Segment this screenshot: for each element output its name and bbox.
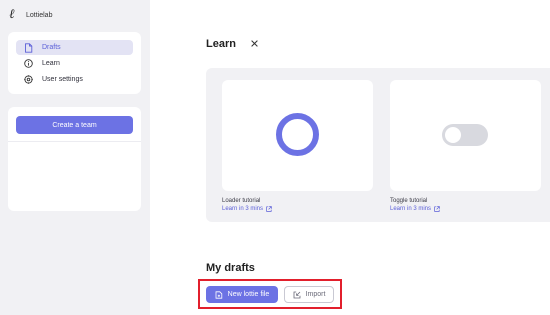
- external-link-icon: [266, 206, 272, 212]
- tutorial-link[interactable]: Learn in 3 mins: [390, 206, 541, 212]
- learn-panel: Loader tutorial Learn in 3 mins Toggle t…: [206, 68, 550, 222]
- new-file-icon: [215, 290, 223, 299]
- brand[interactable]: ℓ Lottielab: [9, 8, 52, 22]
- import-icon: [293, 291, 301, 299]
- lottielab-logo-icon: ℓ: [9, 7, 15, 22]
- sidebar-item-label: User settings: [42, 76, 83, 83]
- learn-title: Learn: [206, 38, 236, 50]
- team-card: Create a team: [8, 107, 141, 211]
- new-lottie-file-button[interactable]: New lottie file: [206, 286, 278, 303]
- tutorial-card-toggle: Toggle tutorial Learn in 3 mins: [390, 80, 541, 212]
- brand-name: Lottielab: [26, 11, 53, 19]
- nav-card: Drafts Learn User settings: [8, 32, 141, 94]
- new-lottie-file-label: New lottie file: [227, 291, 270, 298]
- tutorial-preview[interactable]: [222, 80, 373, 191]
- sidebar: ℓ Lottielab Drafts Learn User settings C…: [0, 0, 150, 315]
- settings-icon: [23, 75, 33, 85]
- sidebar-item-user-settings[interactable]: User settings: [16, 72, 133, 87]
- tutorial-title: Loader tutorial: [222, 198, 261, 204]
- divider: [8, 141, 141, 142]
- file-icon: [23, 42, 33, 53]
- toggle-switch-illustration: [442, 124, 488, 146]
- sidebar-item-learn[interactable]: Learn: [16, 56, 133, 71]
- tutorial-title: Toggle tutorial: [390, 198, 428, 204]
- create-team-button[interactable]: Create a team: [16, 116, 133, 134]
- external-link-icon: [434, 206, 440, 212]
- toggle-knob: [445, 127, 461, 143]
- close-icon: [250, 34, 258, 52]
- tutorial-link-label: Learn in 3 mins: [222, 206, 264, 212]
- import-button[interactable]: Import: [284, 286, 334, 303]
- sidebar-item-label: Drafts: [42, 44, 61, 51]
- tutorial-link-label: Learn in 3 mins: [390, 206, 432, 212]
- loader-ring-illustration: [276, 113, 319, 156]
- sidebar-item-label: Learn: [42, 60, 60, 67]
- sidebar-item-drafts[interactable]: Drafts: [16, 40, 133, 55]
- import-label: Import: [305, 291, 326, 298]
- my-drafts-title: My drafts: [206, 262, 255, 274]
- tutorial-link[interactable]: Learn in 3 mins: [222, 206, 373, 212]
- tutorial-card-loader: Loader tutorial Learn in 3 mins: [222, 80, 373, 212]
- close-learn-button[interactable]: [248, 37, 260, 49]
- tutorial-preview[interactable]: [390, 80, 541, 191]
- info-icon: [23, 59, 33, 69]
